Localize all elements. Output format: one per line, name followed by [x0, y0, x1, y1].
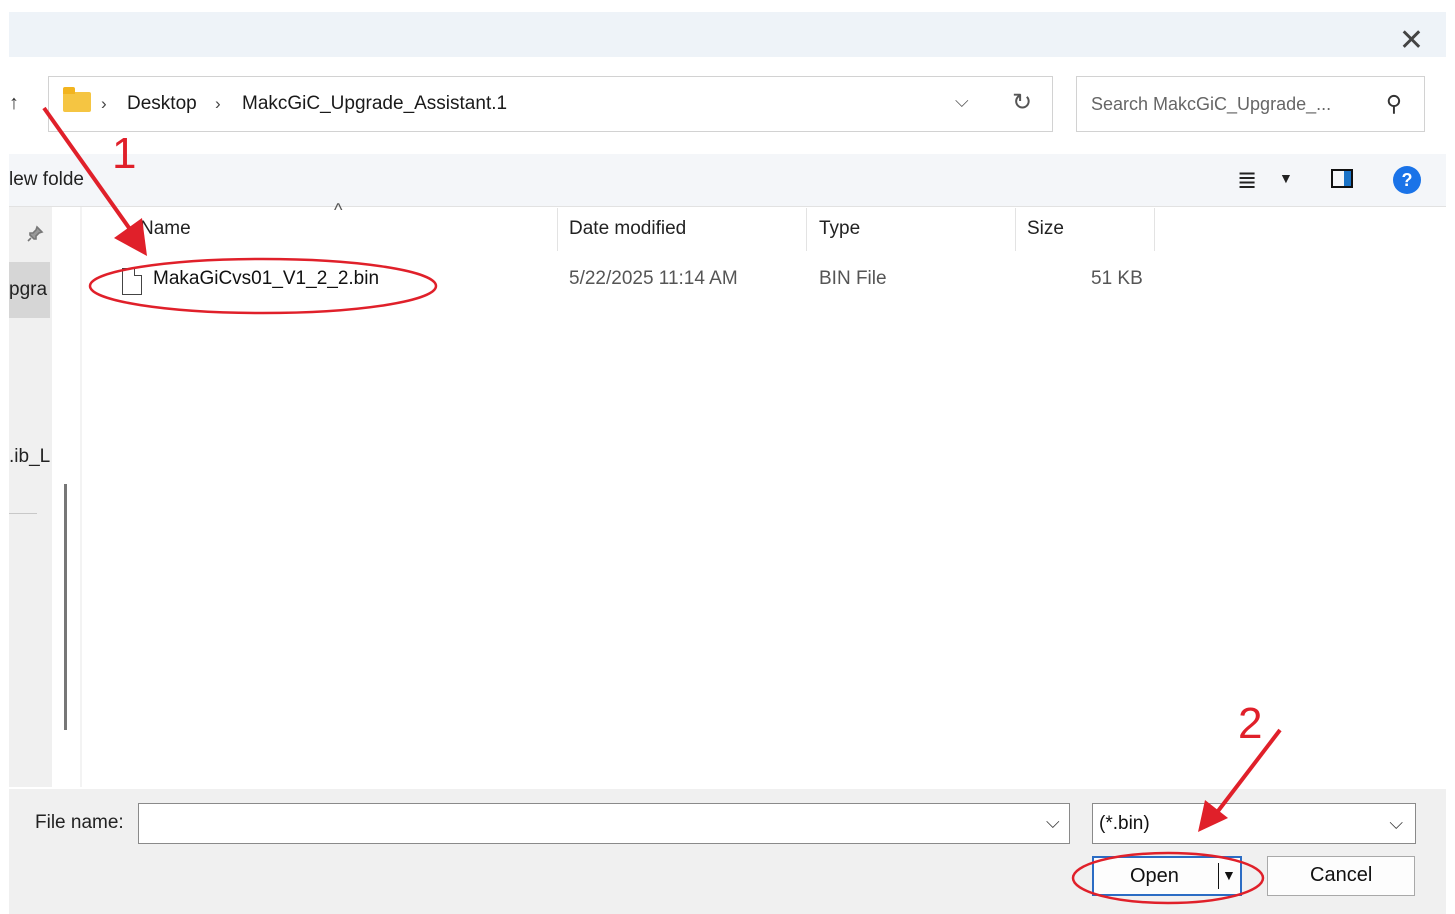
breadcrumb-current-folder[interactable]: MakcGiC_Upgrade_Assistant.1: [242, 93, 507, 115]
file-name-label: File name:: [35, 812, 124, 833]
column-header-name[interactable]: Name: [140, 218, 191, 240]
pin-icon: [26, 225, 44, 248]
address-dropdown-icon[interactable]: ⌵: [955, 91, 969, 112]
column-separator[interactable]: [1154, 208, 1155, 251]
sort-ascending-icon: ^: [334, 200, 343, 220]
breadcrumb-desktop[interactable]: Desktop: [127, 93, 197, 115]
cancel-button[interactable]: Cancel: [1267, 856, 1415, 896]
close-icon[interactable]: ✕: [1399, 26, 1424, 56]
nav-divider: [9, 513, 37, 514]
pin-icon-shape: [27, 225, 44, 242]
command-toolbar: lew folde ≣ ▼ ?: [9, 154, 1446, 207]
file-type: BIN File: [819, 268, 887, 289]
file-date: 5/22/2025 11:14 AM: [569, 268, 738, 289]
file-size: 51 KB: [1091, 268, 1143, 289]
new-folder-button[interactable]: lew folde: [9, 169, 84, 191]
title-bar: ✕: [9, 12, 1446, 57]
open-button[interactable]: Open ▼: [1092, 856, 1242, 896]
nav-item-upgrade[interactable]: pgra: [9, 279, 52, 301]
breadcrumb-separator-icon: ›: [215, 94, 221, 113]
search-icon[interactable]: ⚲: [1386, 91, 1402, 117]
column-header-date[interactable]: Date modified: [569, 218, 686, 240]
view-options-caret-icon[interactable]: ▼: [1279, 170, 1293, 186]
breadcrumb-separator-icon: ›: [101, 94, 107, 113]
pane-divider: [80, 207, 82, 787]
preview-pane-icon[interactable]: [1331, 169, 1353, 188]
navigation-pane: pgra .ib_L: [9, 207, 52, 787]
file-icon: [122, 268, 142, 295]
annotation-overlay: 1 2: [42, 106, 1282, 905]
help-icon[interactable]: ?: [1393, 166, 1421, 194]
open-button-label: Open: [1130, 865, 1179, 887]
annotation-step-2: 2: [1238, 699, 1262, 748]
file-type-filter-value: (*.bin): [1099, 813, 1150, 834]
search-box[interactable]: Search MakcGiC_Upgrade_... ⚲: [1076, 76, 1425, 132]
view-options-icon[interactable]: ≣: [1237, 166, 1257, 195]
file-name-input[interactable]: [138, 803, 1070, 844]
address-bar[interactable]: › Desktop › MakcGiC_Upgrade_Assistant.1 …: [48, 76, 1053, 132]
column-separator[interactable]: [557, 208, 558, 251]
column-header-size[interactable]: Size: [1027, 218, 1064, 240]
open-options-caret-icon[interactable]: ▼: [1222, 867, 1236, 883]
column-header-type[interactable]: Type: [819, 218, 860, 240]
file-name[interactable]: MakaGiCvs01_V1_2_2.bin: [153, 268, 379, 290]
nav-scrollbar[interactable]: [64, 484, 67, 730]
folder-icon: [63, 87, 91, 112]
search-placeholder: Search MakcGiC_Upgrade_...: [1091, 94, 1332, 114]
column-separator[interactable]: [806, 208, 807, 251]
chevron-down-icon: ⌵: [1389, 813, 1403, 833]
cancel-button-label: Cancel: [1310, 864, 1373, 886]
refresh-icon[interactable]: ↻: [1012, 88, 1032, 117]
nav-item-lib[interactable]: .ib_L: [9, 446, 52, 468]
column-separator[interactable]: [1015, 208, 1016, 251]
split-divider: [1218, 863, 1219, 889]
up-arrow-icon[interactable]: ↑: [9, 92, 19, 115]
file-name-dropdown-icon[interactable]: ⌵: [1046, 812, 1060, 833]
file-type-filter-select[interactable]: (*.bin) ⌵: [1092, 803, 1416, 844]
